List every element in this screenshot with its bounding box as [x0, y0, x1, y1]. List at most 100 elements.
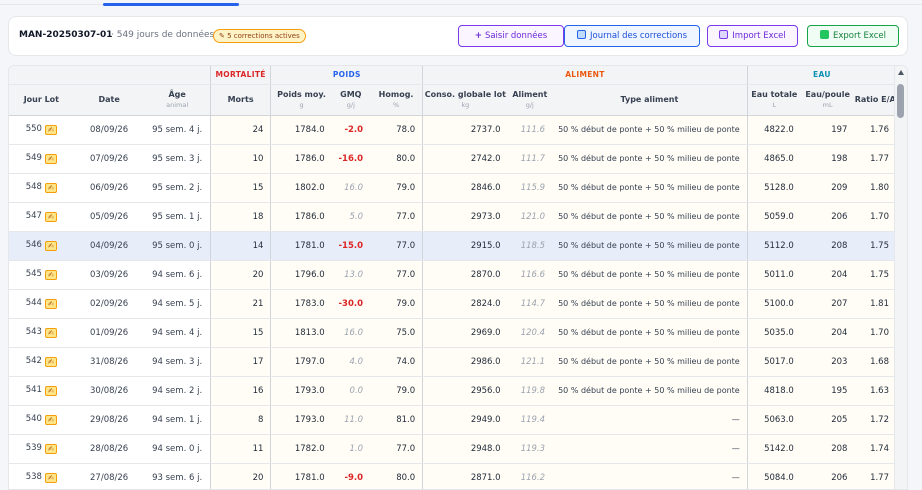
conso-cell[interactable]: 2948.0 [422, 434, 508, 464]
conso-cell[interactable]: 2956.0 [422, 376, 508, 406]
eau-totale-cell[interactable]: 5084.0 [746, 463, 801, 489]
pencil-icon[interactable]: ✍ [44, 212, 57, 222]
pencil-icon[interactable]: ✍ [44, 241, 57, 251]
poids-cell[interactable]: 1797.0 [270, 347, 332, 377]
morts-cell[interactable]: 15 [209, 173, 271, 203]
pencil-icon[interactable]: ✍ [44, 183, 57, 193]
aliment-cell[interactable]: 121.1 [507, 347, 553, 377]
ratio-cell[interactable]: 1.70 [854, 318, 896, 348]
aliment-cell[interactable]: 119.3 [507, 434, 553, 464]
type-aliment-cell[interactable]: 50 % début de ponte + 50 % milieu de pon… [552, 347, 748, 377]
poids-cell[interactable]: 1782.0 [270, 434, 332, 464]
poids-cell[interactable]: 1786.0 [270, 144, 332, 174]
poids-cell[interactable]: 1781.0 [270, 463, 332, 489]
homog-cell[interactable]: 77.0 [370, 260, 423, 290]
age-cell[interactable]: 95 sem. 0 j. [144, 231, 211, 261]
conso-cell[interactable]: 2949.0 [422, 405, 508, 435]
morts-cell[interactable]: 18 [209, 202, 271, 232]
type-aliment-cell[interactable]: 50 % début de ponte + 50 % milieu de pon… [552, 173, 748, 203]
col-morts[interactable]: Morts [209, 84, 271, 116]
morts-cell[interactable]: 10 [209, 144, 271, 174]
eau-poule-cell[interactable]: 206 [800, 463, 855, 489]
ratio-cell[interactable]: 1.63 [854, 376, 896, 406]
poids-cell[interactable]: 1784.0 [270, 115, 332, 145]
eau-poule-cell[interactable]: 203 [800, 347, 855, 377]
gmq-cell[interactable]: -30.0 [331, 289, 371, 319]
col-poids-moy[interactable]: Poids moy. g [270, 84, 332, 116]
gmq-cell[interactable]: 11.0 [331, 405, 371, 435]
homog-cell[interactable]: 79.0 [370, 289, 423, 319]
eau-totale-cell[interactable]: 4818.0 [746, 376, 801, 406]
eau-poule-cell[interactable]: 198 [800, 144, 855, 174]
scroll-thumb[interactable] [897, 84, 904, 118]
eau-totale-cell[interactable]: 5017.0 [746, 347, 801, 377]
col-jour-lot[interactable]: Jour Lot [9, 84, 74, 116]
homog-cell[interactable]: 80.0 [370, 144, 423, 174]
gmq-cell[interactable]: -9.0 [331, 463, 371, 489]
age-cell[interactable]: 93 sem. 6 j. [144, 463, 211, 489]
poids-cell[interactable]: 1796.0 [270, 260, 332, 290]
conso-cell[interactable]: 2737.0 [422, 115, 508, 145]
date-cell[interactable]: 05/09/26 [73, 202, 145, 232]
type-aliment-cell[interactable]: 50 % début de ponte + 50 % milieu de pon… [552, 202, 748, 232]
pencil-icon[interactable]: ✍ [44, 444, 57, 454]
eau-poule-cell[interactable]: 208 [800, 434, 855, 464]
type-aliment-cell[interactable]: 50 % début de ponte + 50 % milieu de pon… [552, 231, 748, 261]
morts-cell[interactable]: 21 [209, 289, 271, 319]
eau-poule-cell[interactable]: 205 [800, 405, 855, 435]
jour-cell[interactable]: 544 ✍ [9, 289, 74, 319]
ratio-cell[interactable]: 1.68 [854, 347, 896, 377]
date-cell[interactable]: 01/09/26 [73, 318, 145, 348]
date-cell[interactable]: 27/08/26 [73, 463, 145, 489]
poids-cell[interactable]: 1783.0 [270, 289, 332, 319]
eau-totale-cell[interactable]: 5035.0 [746, 318, 801, 348]
jour-cell[interactable]: 548 ✍ [9, 173, 74, 203]
conso-cell[interactable]: 2846.0 [422, 173, 508, 203]
eau-poule-cell[interactable]: 209 [800, 173, 855, 203]
import-excel-button[interactable]: Import Excel [707, 25, 798, 47]
morts-cell[interactable]: 16 [209, 376, 271, 406]
table-row[interactable]: 540 ✍ 29/08/26 94 sem. 1 j. 8 1793.0 11.0 81.0 2… [9, 405, 896, 435]
jour-cell[interactable]: 541 ✍ [9, 376, 74, 406]
morts-cell[interactable]: 14 [209, 231, 271, 261]
aliment-cell[interactable]: 114.7 [507, 289, 553, 319]
table-row[interactable]: 539 ✍ 28/08/26 94 sem. 0 j. 11 1782.0 1.0 77.0 2… [9, 434, 896, 464]
age-cell[interactable]: 95 sem. 3 j. [144, 144, 211, 174]
ratio-cell[interactable]: 1.77 [854, 463, 896, 489]
homog-cell[interactable]: 80.0 [370, 463, 423, 489]
table-row[interactable]: 549 ✍ 07/09/26 95 sem. 3 j. 10 1786.0 -16.0 80.… [9, 144, 896, 174]
eau-poule-cell[interactable]: 208 [800, 231, 855, 261]
date-cell[interactable]: 31/08/26 [73, 347, 145, 377]
homog-cell[interactable]: 74.0 [370, 347, 423, 377]
type-aliment-cell[interactable]: 50 % début de ponte + 50 % milieu de pon… [552, 115, 748, 145]
type-aliment-cell[interactable]: 50 % début de ponte + 50 % milieu de pon… [552, 318, 748, 348]
aliment-cell[interactable]: 111.6 [507, 115, 553, 145]
col-conso[interactable]: Conso. globale lot kg [422, 84, 508, 116]
pencil-icon[interactable]: ✍ [44, 473, 57, 483]
date-cell[interactable]: 04/09/26 [73, 231, 145, 261]
type-aliment-cell[interactable]: 50 % début de ponte + 50 % milieu de pon… [552, 376, 748, 406]
conso-cell[interactable]: 2871.0 [422, 463, 508, 489]
conso-cell[interactable]: 2742.0 [422, 144, 508, 174]
date-cell[interactable]: 30/08/26 [73, 376, 145, 406]
jour-cell[interactable]: 543 ✍ [9, 318, 74, 348]
morts-cell[interactable]: 17 [209, 347, 271, 377]
table-row[interactable]: 547 ✍ 05/09/26 95 sem. 1 j. 18 1786.0 5.0 77.0 2… [9, 202, 896, 232]
col-eau-poule[interactable]: Eau/poule mL [800, 84, 855, 116]
homog-cell[interactable]: 77.0 [370, 231, 423, 261]
morts-cell[interactable]: 8 [209, 405, 271, 435]
table-row[interactable]: 544 ✍ 02/09/26 94 sem. 5 j. 21 1783.0 -30.0 79.… [9, 289, 896, 319]
eau-poule-cell[interactable]: 206 [800, 202, 855, 232]
conso-cell[interactable]: 2870.0 [422, 260, 508, 290]
poids-cell[interactable]: 1793.0 [270, 405, 332, 435]
gmq-cell[interactable]: 16.0 [331, 318, 371, 348]
eau-poule-cell[interactable]: 197 [800, 115, 855, 145]
ratio-cell[interactable]: 1.80 [854, 173, 896, 203]
date-cell[interactable]: 29/08/26 [73, 405, 145, 435]
table-row[interactable]: 546 ✍ 04/09/26 95 sem. 0 j. 14 1781.0 -15.0 77.… [9, 231, 896, 261]
col-gmq[interactable]: GMQ g/j [331, 84, 371, 116]
pencil-icon[interactable]: ✍ [44, 328, 57, 338]
col-age[interactable]: Âge animal [144, 84, 211, 116]
age-cell[interactable]: 94 sem. 6 j. [144, 260, 211, 290]
eau-totale-cell[interactable]: 5112.0 [746, 231, 801, 261]
